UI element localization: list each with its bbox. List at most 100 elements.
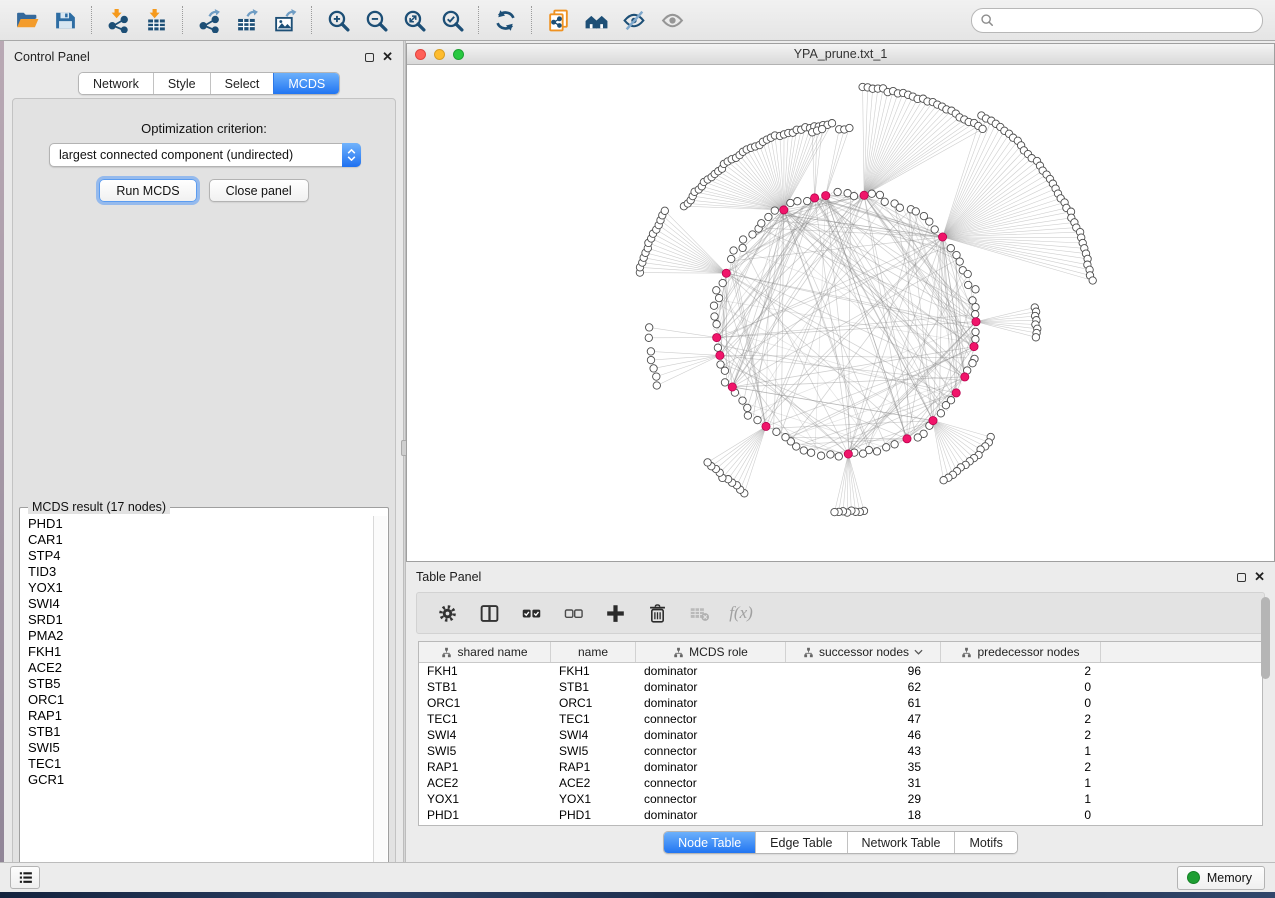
- network-node[interactable]: [714, 344, 721, 351]
- close-panel-icon[interactable]: ✕: [1254, 572, 1265, 582]
- network-node[interactable]: [846, 124, 853, 131]
- network-node[interactable]: [937, 410, 944, 417]
- task-manager-button[interactable]: [10, 866, 40, 889]
- network-node[interactable]: [717, 361, 724, 368]
- mcds-node[interactable]: [844, 450, 852, 458]
- mcds-result-item[interactable]: STP4: [21, 548, 373, 564]
- network-node[interactable]: [947, 245, 954, 252]
- table-row[interactable]: SWI4SWI4dominator462: [419, 727, 1262, 743]
- mcds-result-item[interactable]: GCR1: [21, 772, 373, 788]
- network-node[interactable]: [965, 281, 972, 288]
- import-network-button[interactable]: [99, 3, 137, 37]
- network-node[interactable]: [807, 449, 814, 456]
- network-node[interactable]: [964, 270, 971, 277]
- network-node[interactable]: [713, 287, 720, 294]
- mcds-node[interactable]: [860, 191, 868, 199]
- network-node[interactable]: [765, 213, 772, 220]
- zoom-fit-button[interactable]: [395, 3, 433, 37]
- table-tab-edge-table[interactable]: Edge Table: [755, 832, 846, 853]
- export-network-button[interactable]: [190, 3, 228, 37]
- network-node[interactable]: [713, 321, 720, 328]
- network-node[interactable]: [704, 459, 711, 466]
- network-node[interactable]: [940, 477, 947, 484]
- mcds-result-item[interactable]: TEC1: [21, 756, 373, 772]
- network-node[interactable]: [739, 236, 746, 243]
- network-node[interactable]: [926, 218, 933, 225]
- network-node[interactable]: [828, 120, 835, 127]
- network-node[interactable]: [1089, 277, 1096, 284]
- table-tab-network-table[interactable]: Network Table: [847, 832, 955, 853]
- network-node[interactable]: [758, 220, 765, 227]
- network-node[interactable]: [931, 226, 938, 233]
- network-node[interactable]: [912, 208, 919, 215]
- mcds-node[interactable]: [811, 194, 819, 202]
- network-node[interactable]: [972, 303, 979, 310]
- mcds-node[interactable]: [716, 351, 724, 359]
- mcds-result-list[interactable]: PHD1CAR1STP4TID3YOX1SWI4SRD1PMA2FKH1ACE2…: [21, 516, 373, 876]
- function-builder-button[interactable]: f(x): [729, 601, 753, 625]
- first-neighbors-button[interactable]: [577, 3, 615, 37]
- mcds-result-item[interactable]: TID3: [21, 564, 373, 580]
- column-header-shared-name[interactable]: shared name: [419, 642, 551, 662]
- network-node[interactable]: [653, 373, 660, 380]
- network-node[interactable]: [881, 198, 888, 205]
- network-node[interactable]: [773, 428, 780, 435]
- criterion-dropdown[interactable]: largest connected component (undirected): [49, 143, 361, 167]
- import-table-button[interactable]: [137, 3, 175, 37]
- tab-mcds[interactable]: MCDS: [273, 73, 339, 94]
- mcds-result-item[interactable]: YOX1: [21, 580, 373, 596]
- table-row[interactable]: STB1STB1dominator620: [419, 679, 1262, 695]
- table-row[interactable]: ORC1ORC1dominator610: [419, 695, 1262, 711]
- network-canvas[interactable]: [407, 65, 1274, 561]
- mcds-node[interactable]: [903, 435, 911, 443]
- network-node[interactable]: [817, 452, 824, 459]
- mcds-node[interactable]: [961, 373, 969, 381]
- network-node[interactable]: [1032, 334, 1039, 341]
- tab-network[interactable]: Network: [79, 73, 153, 94]
- network-node[interactable]: [739, 244, 746, 251]
- search-input[interactable]: [1000, 13, 1254, 27]
- network-node[interactable]: [972, 336, 979, 343]
- network-node[interactable]: [749, 231, 756, 238]
- network-node[interactable]: [744, 404, 751, 411]
- network-node[interactable]: [883, 444, 890, 451]
- network-node[interactable]: [956, 258, 963, 265]
- network-node[interactable]: [730, 247, 737, 254]
- mcds-result-item[interactable]: SWI5: [21, 740, 373, 756]
- network-node[interactable]: [661, 207, 668, 214]
- network-node[interactable]: [800, 447, 807, 454]
- network-node[interactable]: [818, 125, 825, 132]
- apply-layout-button[interactable]: [486, 3, 524, 37]
- table-row[interactable]: RAP1RAP1dominator352: [419, 759, 1262, 775]
- save-session-button[interactable]: [46, 3, 84, 37]
- mcds-node[interactable]: [728, 383, 736, 391]
- add-column-button[interactable]: [603, 601, 627, 625]
- mcds-node[interactable]: [762, 422, 770, 430]
- column-header-predecessor-nodes[interactable]: predecessor nodes: [941, 642, 1101, 662]
- mcds-node[interactable]: [939, 233, 947, 241]
- network-node[interactable]: [827, 451, 834, 458]
- network-node[interactable]: [834, 188, 841, 195]
- mcds-result-item[interactable]: RAP1: [21, 708, 373, 724]
- network-node[interactable]: [650, 365, 657, 372]
- table-tab-node-table[interactable]: Node Table: [664, 832, 755, 853]
- zoom-selected-button[interactable]: [433, 3, 471, 37]
- network-node[interactable]: [972, 328, 979, 335]
- network-node[interactable]: [891, 441, 898, 448]
- table-row[interactable]: TEC1TEC1connector472: [419, 711, 1262, 727]
- mcds-node[interactable]: [722, 269, 730, 277]
- hide-selected-button[interactable]: [615, 3, 653, 37]
- mcds-node[interactable]: [713, 334, 721, 342]
- unselect-all-button[interactable]: [561, 601, 585, 625]
- close-panel-icon[interactable]: ✕: [382, 52, 393, 62]
- network-node[interactable]: [646, 324, 653, 331]
- table-row[interactable]: ACE2ACE2connector311: [419, 775, 1262, 791]
- mcds-node[interactable]: [822, 192, 830, 200]
- export-table-button[interactable]: [228, 3, 266, 37]
- mcds-node[interactable]: [780, 206, 788, 214]
- scrollbar-thumb[interactable]: [1261, 597, 1270, 679]
- network-node[interactable]: [873, 448, 880, 455]
- network-node[interactable]: [804, 197, 811, 204]
- memory-button[interactable]: Memory: [1177, 866, 1265, 890]
- float-panel-icon[interactable]: [365, 53, 374, 62]
